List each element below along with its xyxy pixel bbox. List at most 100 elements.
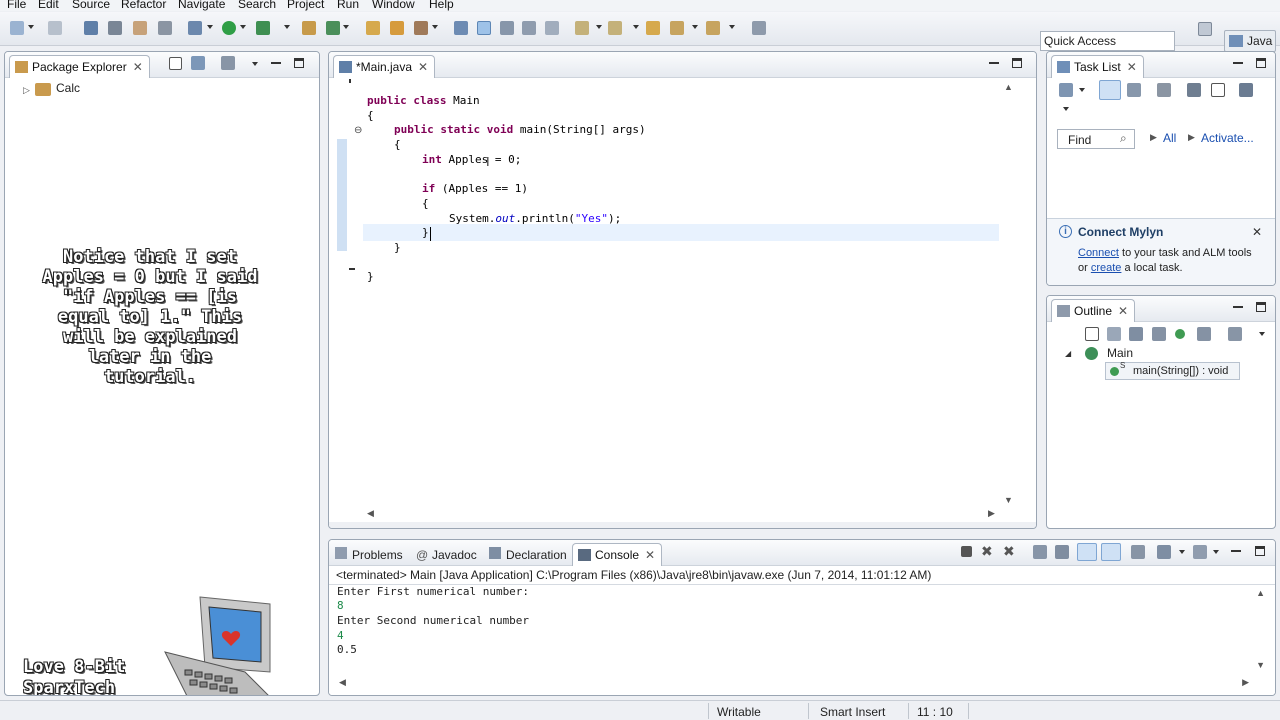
run-dropdown-icon[interactable]	[240, 25, 246, 29]
skip-breakpoints-icon[interactable]	[158, 21, 172, 35]
back-dropdown-icon[interactable]	[692, 25, 698, 29]
scroll-right-icon[interactable]: ▶	[988, 508, 995, 519]
maximize-icon[interactable]	[294, 58, 304, 68]
maximize-icon[interactable]	[1256, 302, 1266, 312]
new-java-project-icon[interactable]	[302, 21, 316, 35]
close-icon[interactable]: ✕	[418, 60, 428, 74]
forward-dropdown-icon[interactable]	[729, 25, 735, 29]
hide-static-icon[interactable]	[1152, 327, 1166, 341]
collapse-all-icon[interactable]	[1085, 327, 1099, 341]
menu-source[interactable]: Source	[72, 0, 110, 11]
menu-project[interactable]: Project	[287, 0, 324, 11]
activate-link[interactable]: Activate...	[1201, 131, 1254, 145]
task-find-input[interactable]: Find ⌕	[1057, 129, 1135, 149]
open-type-icon[interactable]	[366, 21, 380, 35]
all-link[interactable]: All	[1163, 131, 1176, 145]
search-icon[interactable]	[414, 21, 428, 35]
tab-console[interactable]: Console ✕	[572, 543, 663, 566]
tab-task-list[interactable]: Task List ✕	[1051, 55, 1144, 78]
save-icon[interactable]	[84, 21, 98, 35]
run-icon[interactable]	[222, 21, 236, 35]
code-editor[interactable]: ⊖ public class Main { public static void…	[329, 79, 1036, 528]
display-console-icon[interactable]	[1157, 545, 1171, 559]
minimize-icon[interactable]	[989, 58, 999, 64]
minimize-icon[interactable]	[1233, 58, 1243, 64]
debug-dropdown-icon[interactable]	[207, 25, 213, 29]
quick-access-input[interactable]	[1040, 31, 1175, 51]
menu-help[interactable]: Help	[429, 0, 454, 11]
menu-window[interactable]: Window	[372, 0, 415, 11]
connect-link[interactable]: Connect	[1078, 247, 1119, 259]
scroll-left-icon[interactable]: ◀	[339, 677, 346, 688]
print-icon[interactable]	[108, 21, 122, 35]
tab-main-java[interactable]: *Main.java ✕	[333, 55, 436, 78]
maximize-icon[interactable]	[1256, 58, 1266, 68]
hide-fields-icon[interactable]	[1129, 327, 1143, 341]
new-class-dropdown-icon[interactable]	[343, 25, 349, 29]
link-editor-icon[interactable]	[191, 56, 205, 70]
new-task-dropdown-icon[interactable]	[1079, 88, 1085, 92]
new-icon[interactable]	[10, 21, 24, 35]
java-perspective-button[interactable]: Java	[1224, 30, 1276, 52]
tab-package-explorer[interactable]: Package Explorer ✕	[9, 55, 150, 78]
focus-workweek-icon[interactable]	[1187, 83, 1201, 97]
coverage-dropdown-icon[interactable]	[284, 25, 290, 29]
search-dropdown-icon[interactable]	[432, 25, 438, 29]
prev-annotation-icon[interactable]	[608, 21, 622, 35]
toggle-mark-occurrences-icon[interactable]	[454, 21, 468, 35]
fold-icon[interactable]: ⊖	[354, 125, 362, 136]
menu-run[interactable]: Run	[337, 0, 359, 11]
search-icon[interactable]: ⌕	[1120, 131, 1127, 146]
close-icon[interactable]: ✕	[133, 60, 143, 74]
categorized-icon[interactable]	[1099, 80, 1121, 100]
open-task-icon[interactable]	[390, 21, 404, 35]
next-annotation-dropdown-icon[interactable]	[596, 25, 602, 29]
debug-icon[interactable]	[188, 21, 202, 35]
tab-declaration[interactable]: Declaration	[506, 548, 567, 562]
open-console-icon[interactable]	[1193, 545, 1207, 559]
clear-console-icon[interactable]	[1055, 545, 1069, 559]
scroll-down-icon[interactable]: ▼	[1256, 660, 1265, 670]
menu-edit[interactable]: Edit	[38, 0, 59, 11]
minimize-icon[interactable]	[1233, 302, 1243, 308]
view-menu-icon[interactable]	[1259, 332, 1265, 336]
pin-console-icon[interactable]	[1131, 545, 1145, 559]
expand-arrow-icon[interactable]: ▷	[23, 85, 30, 96]
menu-refactor[interactable]: Refactor	[121, 0, 166, 11]
next-annotation-icon[interactable]	[575, 21, 589, 35]
toggle-highlight-icon[interactable]	[477, 21, 491, 35]
collapse-arrow-icon[interactable]: ◢	[1065, 349, 1071, 358]
menu-navigate[interactable]: Navigate	[178, 0, 225, 11]
remove-all-icon[interactable]: ✖	[1003, 543, 1015, 560]
coverage-icon[interactable]	[256, 21, 270, 35]
menu-search[interactable]: Search	[238, 0, 276, 11]
back-icon[interactable]	[670, 21, 684, 35]
scroll-right-icon[interactable]: ▶	[1242, 677, 1249, 688]
collapse-all-icon[interactable]	[169, 57, 182, 70]
focus-active-task-icon[interactable]	[1228, 327, 1242, 341]
close-icon[interactable]: ✕	[1127, 60, 1137, 74]
show-whitespace-icon[interactable]	[522, 21, 536, 35]
synchronize-icon[interactable]	[1239, 83, 1253, 97]
tab-outline[interactable]: Outline ✕	[1051, 299, 1136, 322]
scheduled-icon[interactable]	[1127, 83, 1141, 97]
view-menu-icon[interactable]	[252, 62, 258, 66]
build-icon[interactable]	[133, 21, 147, 35]
forward-icon[interactable]	[706, 21, 720, 35]
close-icon[interactable]: ✕	[1252, 225, 1262, 239]
close-icon[interactable]: ✕	[1118, 304, 1128, 318]
scroll-up-icon[interactable]: ▲	[1004, 82, 1013, 92]
show-stdout-icon[interactable]	[1077, 543, 1097, 561]
last-edit-icon[interactable]	[646, 21, 660, 35]
save-all-icon[interactable]	[48, 21, 62, 35]
minimize-icon[interactable]	[271, 58, 281, 64]
scroll-lock-icon[interactable]	[1033, 545, 1047, 559]
hide-local-types-icon[interactable]	[1197, 327, 1211, 341]
create-link[interactable]: create	[1091, 262, 1122, 274]
console-output[interactable]: Enter First numerical number: 8 Enter Se…	[329, 584, 1275, 695]
scroll-down-icon[interactable]: ▼	[1004, 495, 1013, 505]
display-console-dropdown-icon[interactable]	[1179, 550, 1185, 554]
prev-annotation-dropdown-icon[interactable]	[633, 25, 639, 29]
new-task-icon[interactable]	[1059, 83, 1073, 97]
pin-editor-icon[interactable]	[752, 21, 766, 35]
